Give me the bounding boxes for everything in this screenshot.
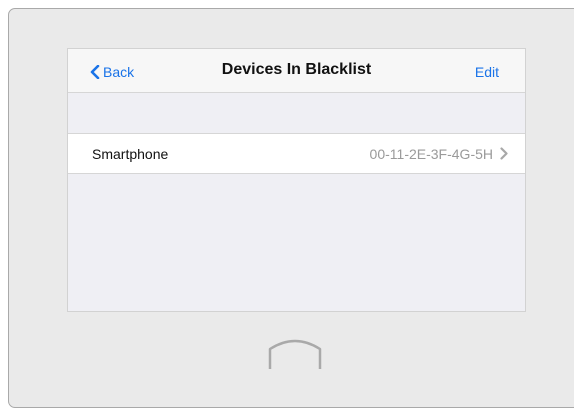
chevron-right-icon — [500, 147, 508, 160]
app-screen: Back Devices In Blacklist Edit Smartphon… — [67, 48, 526, 312]
edit-button[interactable]: Edit — [475, 64, 499, 80]
home-button[interactable] — [267, 336, 323, 375]
page-title: Devices In Blacklist — [221, 61, 372, 78]
list-item-device[interactable]: Smartphone 00-11-2E-3F-4G-5H — [68, 134, 525, 173]
home-arch-icon — [268, 339, 322, 369]
blacklist-device-list: Smartphone 00-11-2E-3F-4G-5H — [68, 133, 525, 174]
device-mac-address: 00-11-2E-3F-4G-5H — [369, 146, 493, 162]
device-name: Smartphone — [92, 146, 169, 162]
navigation-bar: Back Devices In Blacklist Edit — [68, 49, 525, 93]
